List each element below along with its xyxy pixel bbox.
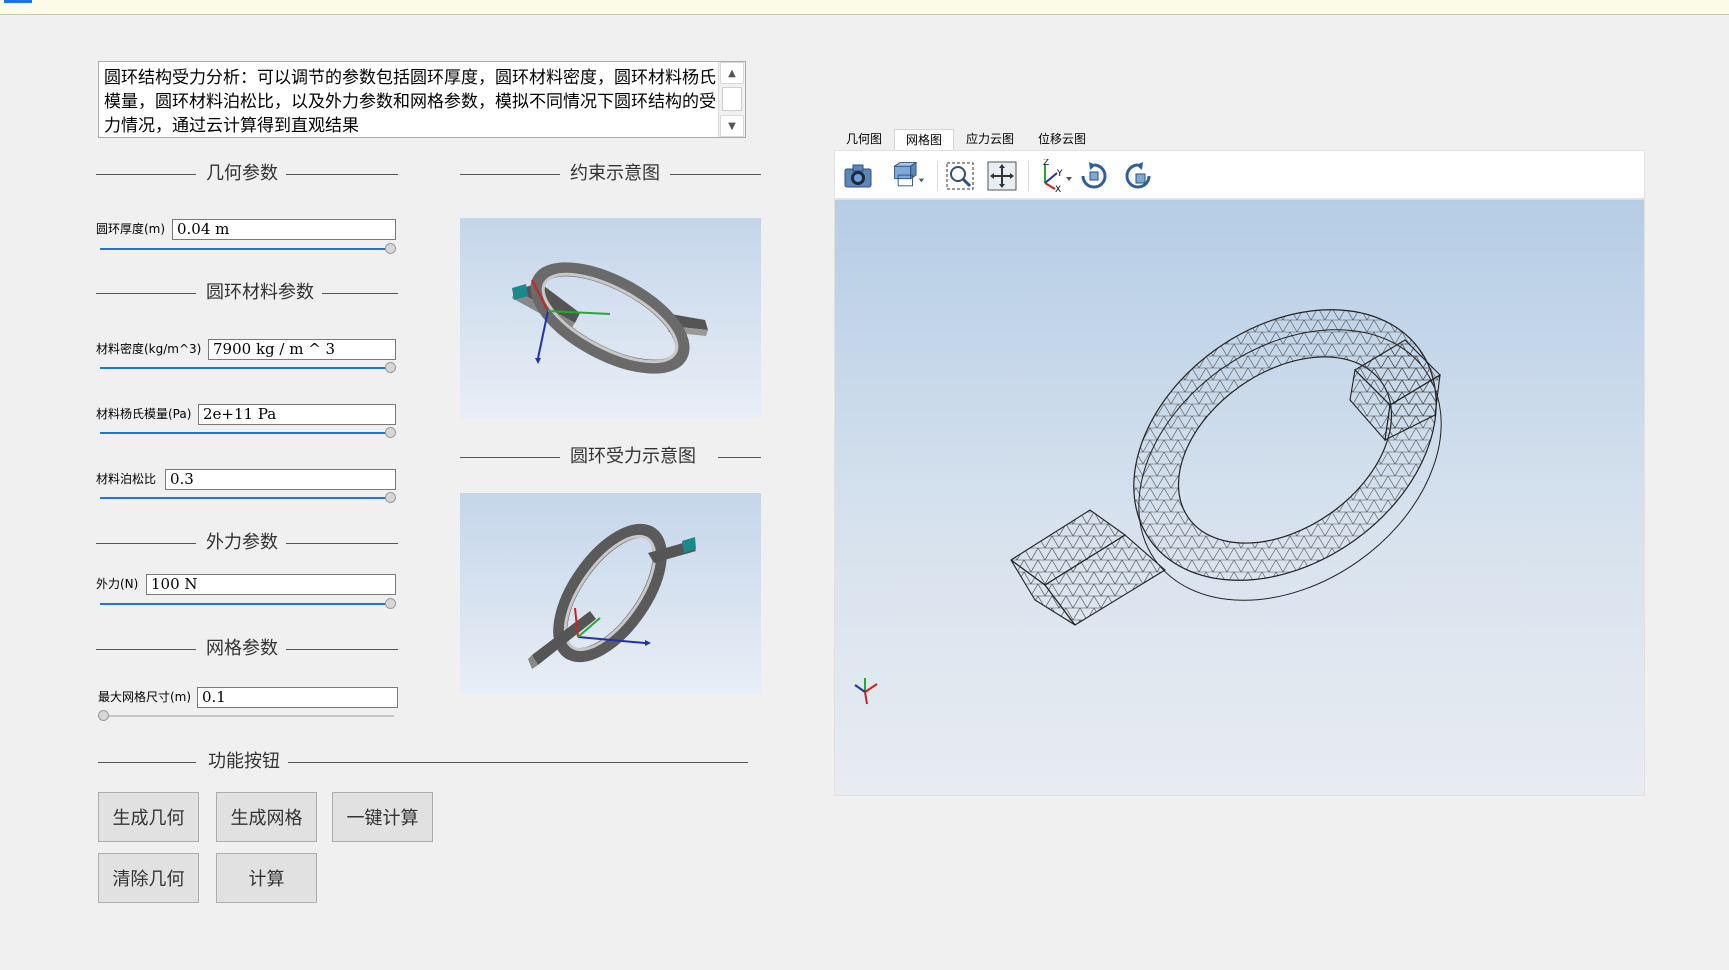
scroll-down-icon[interactable]: ▼ <box>720 115 744 137</box>
tab-stress[interactable]: 应力云图 <box>956 129 1024 150</box>
divider <box>670 174 761 175</box>
axis-y-label: Y <box>1056 169 1063 179</box>
section-title: 外力参数 <box>206 532 278 553</box>
section-geometry: 几何参数 <box>96 163 398 185</box>
generate-geometry-button[interactable]: 生成几何 <box>98 792 199 842</box>
divider <box>96 649 196 650</box>
section-title: 网格参数 <box>206 638 278 659</box>
density-input[interactable]: 7900 kg / m ^ 3 <box>208 339 396 360</box>
slider-handle[interactable] <box>385 598 396 609</box>
slider-handle[interactable] <box>385 492 396 503</box>
divider <box>96 174 196 175</box>
rotate-cw-icon[interactable] <box>1077 159 1111 193</box>
section-title: 圆环受力示意图 <box>570 446 696 467</box>
divider <box>460 174 560 175</box>
slider-handle[interactable] <box>98 710 109 721</box>
divider <box>286 174 398 175</box>
section-title: 约束示意图 <box>570 163 660 184</box>
slider-handle[interactable] <box>385 427 396 438</box>
force-label: 外力(N) <box>96 577 139 591</box>
force-diagram-image <box>460 493 761 693</box>
camera-icon[interactable] <box>841 159 875 193</box>
clear-geometry-button[interactable]: 清除几何 <box>98 853 199 903</box>
divider <box>96 293 196 294</box>
section-material: 圆环材料参数 <box>96 282 398 304</box>
tab-geometry[interactable]: 几何图 <box>836 129 892 150</box>
divider <box>288 762 748 763</box>
mesh-viewport[interactable] <box>834 199 1645 796</box>
fit-all-icon[interactable] <box>985 159 1019 193</box>
density-slider[interactable] <box>100 362 396 374</box>
description-text: 圆环结构受力分析：可以调节的参数包括圆环厚度，圆环材料密度，圆环材料杨氏模量，圆… <box>104 68 716 136</box>
compute-button[interactable]: 计算 <box>216 853 317 903</box>
divider <box>322 293 398 294</box>
tab-displacement[interactable]: 位移云图 <box>1028 129 1096 150</box>
poisson-input[interactable]: 0.3 <box>165 469 396 490</box>
mesh-size-slider[interactable] <box>98 710 394 722</box>
divider <box>96 543 196 544</box>
divider <box>718 457 761 458</box>
section-title: 圆环材料参数 <box>206 282 314 303</box>
force-slider[interactable] <box>100 598 396 610</box>
youngs-input[interactable]: 2e+11 Pa <box>198 404 396 425</box>
scroll-up-icon[interactable]: ▲ <box>720 62 744 84</box>
section-buttons: 功能按钮 <box>98 751 748 773</box>
view-cube-icon[interactable] <box>891 159 925 193</box>
poisson-label: 材料泊松比 <box>96 472 157 486</box>
axis-z-label: Z <box>1043 159 1049 168</box>
generate-mesh-button[interactable]: 生成网格 <box>216 792 317 842</box>
mesh-size-label: 最大网格尺寸(m) <box>98 690 192 704</box>
section-title: 功能按钮 <box>208 751 280 772</box>
density-label: 材料密度(kg/m^3) <box>96 342 202 356</box>
divider <box>286 543 398 544</box>
poisson-slider[interactable] <box>100 492 396 504</box>
scroll-thumb[interactable] <box>722 87 742 111</box>
divider <box>98 762 196 763</box>
slider-handle[interactable] <box>385 243 396 254</box>
one-click-compute-button[interactable]: 一键计算 <box>332 792 433 842</box>
section-force-diagram: 圆环受力示意图 <box>460 446 761 468</box>
thickness-slider[interactable] <box>100 243 396 255</box>
divider <box>286 649 398 650</box>
mesh-wireframe <box>835 200 1644 795</box>
section-constraint: 约束示意图 <box>460 163 761 185</box>
rotate-ccw-icon[interactable] <box>1121 159 1155 193</box>
description-box[interactable]: 圆环结构受力分析：可以调节的参数包括圆环厚度，圆环材料密度，圆环材料杨氏模量，圆… <box>98 61 746 138</box>
zoom-box-icon[interactable] <box>943 159 977 193</box>
tab-mesh[interactable]: 网格图 <box>894 129 954 150</box>
youngs-slider[interactable] <box>100 427 396 439</box>
window-top-bar <box>0 0 1729 15</box>
thickness-input[interactable]: 0.04 m <box>172 219 396 240</box>
thickness-label: 圆环厚度(m) <box>96 222 166 236</box>
slider-handle[interactable] <box>385 362 396 373</box>
section-title: 几何参数 <box>206 163 278 184</box>
viewer-toolbar: Z Y X <box>834 150 1645 199</box>
window-icon <box>4 0 32 3</box>
mesh-size-input[interactable]: 0.1 <box>197 687 398 708</box>
description-scrollbar[interactable]: ▲ ▼ <box>718 62 745 137</box>
axes-icon[interactable]: Z Y X <box>1033 159 1073 193</box>
divider <box>460 457 560 458</box>
section-mesh: 网格参数 <box>96 638 398 660</box>
section-force: 外力参数 <box>96 532 398 554</box>
youngs-label: 材料杨氏模量(Pa) <box>96 407 192 421</box>
constraint-diagram-image <box>460 218 761 418</box>
force-input[interactable]: 100 N <box>146 574 396 595</box>
axis-x-label: X <box>1055 185 1061 193</box>
